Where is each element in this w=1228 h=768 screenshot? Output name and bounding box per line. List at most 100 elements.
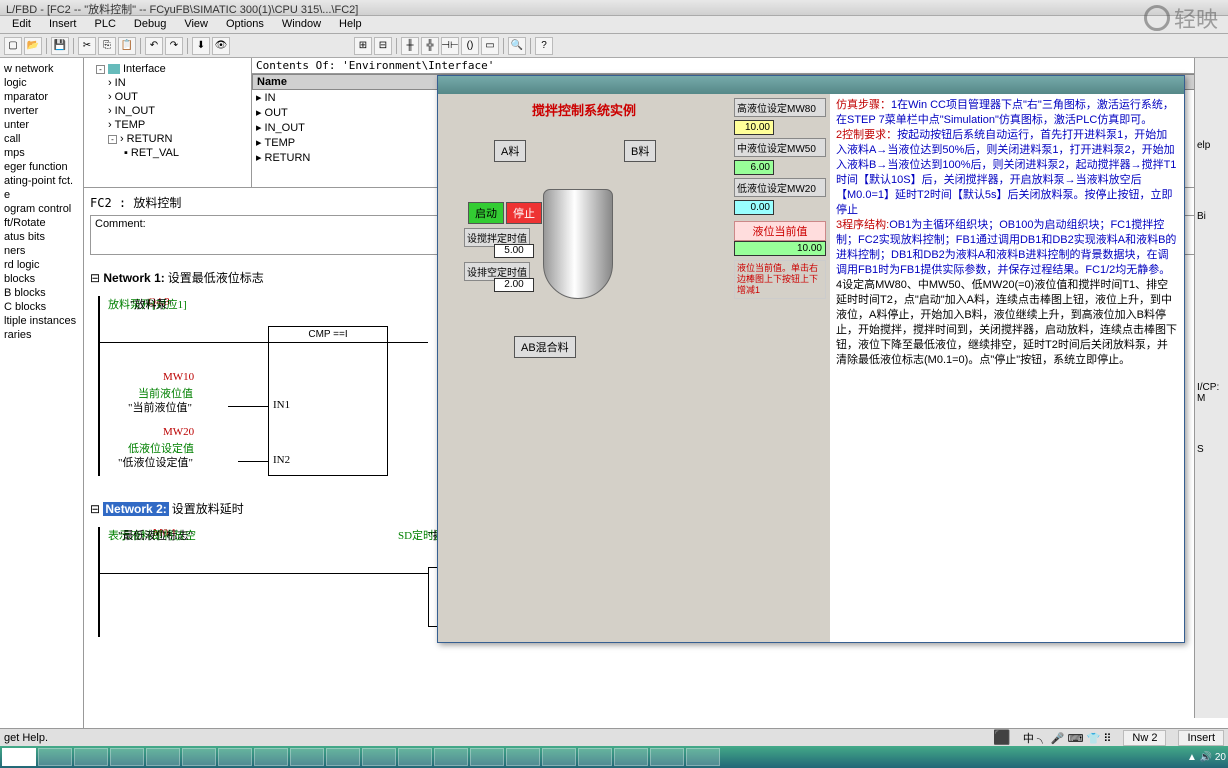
cat-item[interactable]: ogram control bbox=[2, 202, 81, 216]
cat-item[interactable]: atus bits bbox=[2, 230, 81, 244]
menu-window[interactable]: Window bbox=[274, 16, 329, 33]
task-item[interactable] bbox=[434, 748, 468, 766]
catalog-pane[interactable]: w network logic mparator nverter unter c… bbox=[0, 58, 84, 743]
start-button[interactable]: 启动 bbox=[468, 202, 504, 224]
menu-view[interactable]: View bbox=[176, 16, 216, 33]
cat-item[interactable]: ft/Rotate bbox=[2, 216, 81, 230]
cat-item[interactable]: nverter bbox=[2, 104, 81, 118]
task-item[interactable] bbox=[578, 748, 612, 766]
menu-insert[interactable]: Insert bbox=[41, 16, 85, 33]
task-item[interactable] bbox=[110, 748, 144, 766]
menu-debug[interactable]: Debug bbox=[126, 16, 174, 33]
expand-icon[interactable]: ⊟ bbox=[90, 271, 103, 285]
tb-paste[interactable]: 📋 bbox=[118, 37, 136, 55]
task-item[interactable] bbox=[650, 748, 684, 766]
taskbar[interactable]: ▲ 🔊 20 bbox=[0, 746, 1228, 768]
cat-item[interactable]: raries bbox=[2, 328, 81, 342]
task-item[interactable] bbox=[38, 748, 72, 766]
task-item[interactable] bbox=[254, 748, 288, 766]
cat-item[interactable]: logic bbox=[2, 76, 81, 90]
cat-item[interactable]: e bbox=[2, 188, 81, 202]
tree-in[interactable]: IN bbox=[115, 77, 126, 89]
tb-save[interactable]: 💾 bbox=[51, 37, 69, 55]
menu-edit[interactable]: Edit bbox=[4, 16, 39, 33]
task-item[interactable] bbox=[506, 748, 540, 766]
task-item[interactable] bbox=[398, 748, 432, 766]
tree-retval[interactable]: RET_VAL bbox=[131, 147, 179, 159]
tb-copy[interactable]: ⎘ bbox=[98, 37, 116, 55]
ime-text[interactable]: 中 ╮ 🎤 ⌨ 👕 ⠿ bbox=[1023, 730, 1112, 746]
task-item[interactable] bbox=[182, 748, 216, 766]
expand-icon[interactable]: - bbox=[96, 65, 105, 74]
menu-plc[interactable]: PLC bbox=[86, 16, 123, 33]
tb-block2[interactable]: ⊟ bbox=[374, 37, 392, 55]
interface-tree[interactable]: -Interface ›IN ›OUT ›IN_OUT ›TEMP -›RETU… bbox=[84, 58, 252, 187]
cat-item[interactable]: unter bbox=[2, 118, 81, 132]
task-item[interactable] bbox=[2, 748, 36, 766]
tree-return[interactable]: RETURN bbox=[127, 133, 173, 145]
tree-inout[interactable]: IN_OUT bbox=[115, 105, 155, 117]
cat-item[interactable]: mparator bbox=[2, 90, 81, 104]
menu-help[interactable]: Help bbox=[331, 16, 370, 33]
tb-download[interactable]: ⬇ bbox=[192, 37, 210, 55]
current-level-value[interactable]: 10.00 bbox=[734, 241, 826, 256]
cat-item[interactable]: w network bbox=[2, 62, 81, 76]
cat-item[interactable]: call bbox=[2, 132, 81, 146]
cat-item[interactable]: eger function bbox=[2, 160, 81, 174]
task-item[interactable] bbox=[218, 748, 252, 766]
task-item[interactable] bbox=[362, 748, 396, 766]
task-item[interactable] bbox=[614, 748, 648, 766]
task-item[interactable] bbox=[74, 748, 108, 766]
task-item[interactable] bbox=[542, 748, 576, 766]
expand-icon[interactable]: - bbox=[108, 135, 117, 144]
expand-icon[interactable]: ⊟ bbox=[90, 502, 103, 516]
mix-time-value[interactable]: 5.00 bbox=[494, 244, 534, 258]
stop-button[interactable]: 停止 bbox=[506, 202, 542, 224]
tb-new[interactable]: ▢ bbox=[4, 37, 22, 55]
tray[interactable]: ▲ 🔊 20 bbox=[1187, 752, 1226, 763]
cat-item[interactable]: ating-point fct. bbox=[2, 174, 81, 188]
tree-root[interactable]: Interface bbox=[123, 63, 166, 75]
cat-item[interactable]: blocks bbox=[2, 272, 81, 286]
task-item[interactable] bbox=[290, 748, 324, 766]
drain-time-value[interactable]: 2.00 bbox=[494, 278, 534, 292]
task-item[interactable] bbox=[470, 748, 504, 766]
tb-contact[interactable]: ⊣⊢ bbox=[441, 37, 459, 55]
sim-titlebar[interactable] bbox=[438, 76, 1184, 94]
tree-temp[interactable]: TEMP bbox=[115, 119, 146, 131]
tb-redo[interactable]: ↷ bbox=[165, 37, 183, 55]
tb-box[interactable]: ▭ bbox=[481, 37, 499, 55]
status-insert: Insert bbox=[1178, 730, 1224, 746]
tb-zoom[interactable]: 🔍 bbox=[508, 37, 526, 55]
tb-cut[interactable]: ✂ bbox=[78, 37, 96, 55]
task-item[interactable] bbox=[686, 748, 720, 766]
tb-help[interactable]: ? bbox=[535, 37, 553, 55]
hi-value[interactable]: 10.00 bbox=[734, 120, 774, 135]
b-material-button[interactable]: B料 bbox=[624, 140, 656, 162]
tb-monitor[interactable]: 👁 bbox=[212, 37, 230, 55]
ime-icon[interactable]: ⬛ bbox=[993, 729, 1010, 746]
cat-item[interactable]: mps bbox=[2, 146, 81, 160]
tree-out[interactable]: OUT bbox=[115, 91, 138, 103]
cat-item[interactable]: B blocks bbox=[2, 286, 81, 300]
mid-label: 中液位设定MW50 bbox=[734, 138, 826, 157]
cat-item[interactable]: ltiple instances bbox=[2, 314, 81, 328]
ab-mix-button[interactable]: AB混合料 bbox=[514, 336, 576, 358]
task-item[interactable] bbox=[326, 748, 360, 766]
sym-mw20: "低液位设定值" bbox=[118, 454, 193, 470]
cat-item[interactable]: C blocks bbox=[2, 300, 81, 314]
menu-options[interactable]: Options bbox=[218, 16, 272, 33]
tb-branch[interactable]: ╬ bbox=[421, 37, 439, 55]
cat-item[interactable]: ners bbox=[2, 244, 81, 258]
tb-coil[interactable]: () bbox=[461, 37, 479, 55]
a-material-button[interactable]: A料 bbox=[494, 140, 526, 162]
tb-open[interactable]: 📂 bbox=[24, 37, 42, 55]
tb-block1[interactable]: ⊞ bbox=[354, 37, 372, 55]
tb-undo[interactable]: ↶ bbox=[145, 37, 163, 55]
tb-net[interactable]: ╫ bbox=[401, 37, 419, 55]
mid-value[interactable]: 6.00 bbox=[734, 160, 774, 175]
cat-item[interactable]: rd logic bbox=[2, 258, 81, 272]
task-item[interactable] bbox=[146, 748, 180, 766]
simulation-window[interactable]: 搅拌控制系统实例 A料 B料 启动 停止 设搅拌定时值 5.00 设排空定时值 … bbox=[437, 75, 1185, 643]
lo-value[interactable]: 0.00 bbox=[734, 200, 774, 215]
